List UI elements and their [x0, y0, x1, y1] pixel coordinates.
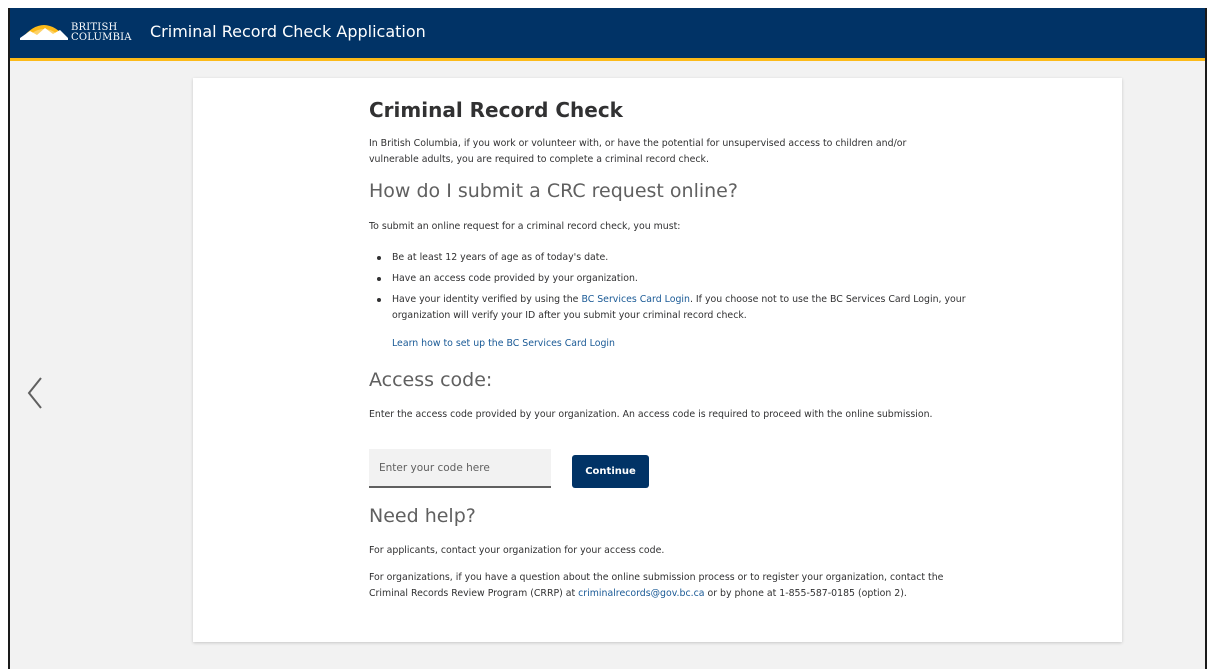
requirements-list: Be at least 12 years of age as of today'… — [369, 250, 969, 329]
chevron-left-icon[interactable] — [24, 375, 46, 411]
main-card: Criminal Record Check In British Columbi… — [193, 78, 1122, 642]
crrp-email-link[interactable]: criminalrecords@gov.bc.ca — [578, 588, 704, 599]
help-applicants-text: For applicants, contact your organizatio… — [369, 545, 665, 556]
access-code-input[interactable] — [369, 449, 551, 488]
intro-text: In British Columbia, if you work or volu… — [369, 138, 907, 165]
setup-bc-services-card-link[interactable]: Learn how to set up the BC Services Card… — [392, 336, 615, 352]
app-title: Criminal Record Check Application — [150, 22, 426, 41]
requirement-age: Be at least 12 years of age as of today'… — [369, 250, 969, 266]
requirement-identity: Have your identity verified by using the… — [369, 292, 969, 324]
browser-viewport: BRITISH COLUMBIA Criminal Record Check A… — [8, 8, 1207, 669]
submit-intro-text: To submit an online request for a crimin… — [369, 221, 681, 232]
help-heading: Need help? — [369, 505, 476, 527]
access-code-description: Enter the access code provided by your o… — [369, 409, 933, 420]
bc-gov-logo[interactable]: BRITISH COLUMBIA — [20, 14, 138, 52]
app-header: BRITISH COLUMBIA Criminal Record Check A… — [10, 8, 1205, 61]
requirement-access-code: Have an access code provided by your org… — [369, 271, 969, 287]
logo-wordmark: BRITISH COLUMBIA — [71, 23, 132, 43]
identity-text-before: Have your identity verified by using the — [392, 294, 582, 305]
access-code-heading: Access code: — [369, 369, 493, 391]
submit-heading: How do I submit a CRC request online? — [369, 180, 738, 202]
bc-services-card-link[interactable]: BC Services Card Login — [581, 294, 690, 305]
bc-sun-icon — [20, 25, 68, 40]
help-orgs-text-after: or by phone at 1-855-587-0185 (option 2)… — [704, 588, 907, 599]
logo-line-2: COLUMBIA — [71, 32, 132, 43]
help-organizations-text: For organizations, if you have a questio… — [369, 570, 959, 602]
page-title: Criminal Record Check — [369, 98, 623, 122]
continue-button[interactable]: Continue — [572, 455, 649, 488]
